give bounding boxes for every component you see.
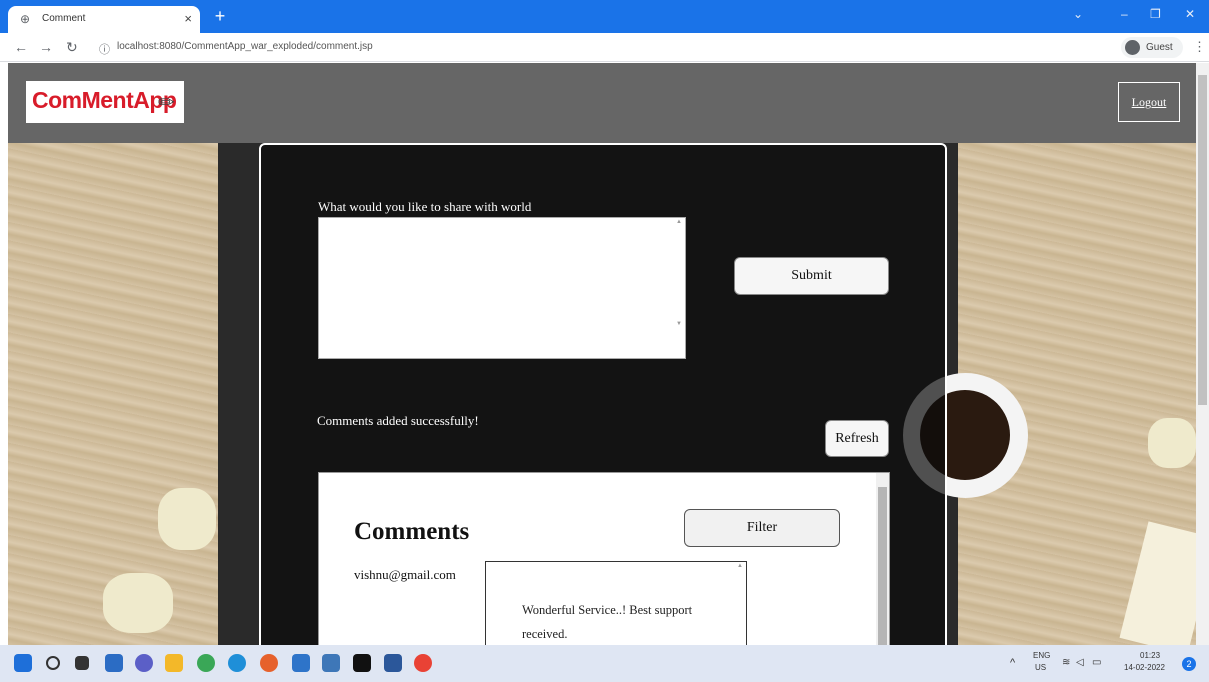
url-field[interactable]: localhost:8080/CommentApp_war_exploded/c… [117,41,373,52]
logo[interactable]: ComMentApp ✏ [26,81,184,123]
chrome-icon[interactable] [197,654,215,672]
background-paper [1148,418,1196,468]
clock-time[interactable]: 01:23 [1140,651,1160,660]
restore-icon[interactable]: ❐ [1150,7,1161,21]
filter-button[interactable]: Filter [684,509,840,547]
logout-button[interactable]: Logout [1118,82,1180,122]
tab-search-icon[interactable]: ⌄ [1073,7,1083,21]
task-view-icon[interactable] [75,656,89,670]
comments-heading: Comments [354,518,470,545]
pencil-icon: ✏ [158,92,175,114]
chrome-icon[interactable] [414,654,432,672]
search-icon[interactable] [46,656,60,670]
info-icon[interactable]: ⓘ [99,41,110,57]
clock-date[interactable]: 14-02-2022 [1124,663,1165,672]
chevron-up-icon[interactable]: ^ [1010,657,1015,669]
notification-badge[interactable]: 2 [1182,657,1196,671]
forward-icon[interactable]: → [39,39,53,55]
taskbar: ^ ENG US ≋ ◁ ▭ 01:23 14-02-2022 2 [0,645,1209,682]
site-header: ComMentApp ✏ Logout [8,63,1196,143]
notepad-icon[interactable] [292,654,310,672]
firefox-icon[interactable] [260,654,278,672]
comment-body[interactable]: Wonderful Service..! Best support receiv… [485,561,747,645]
intellij-icon[interactable] [353,654,371,672]
reload-icon[interactable]: ↻ [66,39,78,56]
avatar-icon [1125,40,1140,55]
chat-icon[interactable] [135,654,153,672]
lang-top[interactable]: ENG [1033,651,1050,660]
share-label: What would you like to share with world [318,199,532,214]
app-icon[interactable] [322,654,340,672]
file-explorer-icon[interactable] [165,654,183,672]
submit-button[interactable]: Submit [734,257,889,295]
page-scroll-thumb[interactable] [1198,75,1207,405]
browser-tab[interactable]: ⊕ Comment × [8,6,200,33]
menu-icon[interactable]: ⋮ [1193,39,1206,55]
comment-author: vishnu@gmail.com [354,567,456,582]
edge-icon[interactable] [228,654,246,672]
profile-button[interactable]: Guest [1121,37,1183,58]
background-paper [158,488,216,550]
back-icon[interactable]: ← [14,39,28,55]
address-bar: ← → ↻ ⓘ localhost:8080/CommentApp_war_ex… [0,33,1209,62]
globe-icon: ⊕ [20,12,31,26]
comment-panel: What would you like to share with world … [259,143,947,645]
tab-title: Comment [42,13,86,24]
logo-text: ComMentApp [32,87,177,113]
comment-textarea[interactable]: ▲ ▼ [318,217,686,359]
background-paper [103,573,173,633]
close-tab-icon[interactable]: × [184,11,192,26]
widgets-icon[interactable] [105,654,123,672]
new-tab-button[interactable]: + [210,5,230,27]
comments-scroll-thumb[interactable] [878,487,887,645]
comments-scrollbar[interactable] [876,473,889,645]
profile-label: Guest [1146,42,1173,53]
comment-scrollbar[interactable]: ▲ [735,563,745,645]
comments-section: Comments Filter vishnu@gmail.com Wonderf… [318,472,890,645]
refresh-button[interactable]: Refresh [825,420,889,457]
minimize-icon[interactable]: – [1121,7,1128,21]
close-window-icon[interactable]: ✕ [1185,7,1195,21]
volume-icon[interactable]: ◁ [1076,657,1084,668]
battery-icon[interactable]: ▭ [1092,657,1101,668]
browser-tab-bar: ⊕ Comment × + ⌄ – ❐ ✕ [0,0,1209,33]
comment-text: Wonderful Service..! Best support receiv… [522,603,693,641]
success-message: Comments added successfully! [317,413,479,428]
textarea-scrollbar[interactable]: ▲ ▼ [674,219,684,357]
wifi-icon[interactable]: ≋ [1062,657,1070,668]
lang-bottom[interactable]: US [1035,663,1046,672]
start-icon[interactable] [14,654,32,672]
web-page: ComMentApp ✏ Logout What would you like … [8,63,1196,645]
page-scrollbar[interactable] [1196,63,1209,645]
word-icon[interactable] [384,654,402,672]
